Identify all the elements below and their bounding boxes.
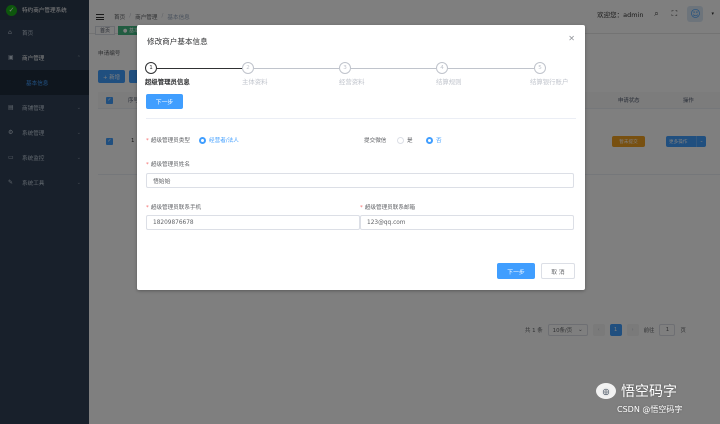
email-label-text: 超级管理员联系邮箱 [364,205,416,211]
step-connector [351,68,436,69]
step-connector [448,68,534,69]
dialog-title: 修改商户基本信息 [147,37,208,46]
radio-icon [397,136,404,144]
radio-icon [199,136,206,144]
close-icon[interactable]: ✕ [568,34,575,43]
required-mark: * [146,138,149,144]
phone-label-text: 超级管理员联系手机 [150,205,202,211]
required-mark: * [146,162,149,168]
email-input[interactable]: 123@qq.com [360,215,574,230]
next-step-button[interactable]: 下一步 [497,263,535,279]
cancel-button[interactable]: 取 消 [541,263,575,279]
step-1-label: 超级管理员信息 [145,78,190,86]
step-4-label: 结算规则 [436,78,462,86]
wechat-icon: ◎ [596,383,616,399]
admin-name-label: * 超级管理员姓名 [146,160,190,168]
radio-icon [426,136,433,144]
step-3-label: 经营资料 [339,78,365,86]
step-connector [254,68,339,69]
divider [146,118,576,119]
wechat-label: 提交微信 [364,138,387,144]
step-3-icon: 3 [339,62,351,74]
required-mark: * [360,205,363,211]
admin-type-label: * 超级管理员类型 [146,136,190,144]
admin-type-label-text: 超级管理员类型 [150,138,190,144]
admin-type-radio-legal[interactable]: 经营者/法人 [199,136,239,144]
required-mark: * [146,205,149,211]
watermark: ◎ 悟空码字 [596,381,677,401]
phone-input[interactable]: 18209876678 [146,215,360,230]
step-2-icon: 2 [242,62,254,74]
step-1-icon: 1 [145,62,157,74]
admin-name-label-text: 超级管理员姓名 [150,162,190,168]
radio-label: 否 [436,138,442,144]
step-connector [157,68,242,69]
watermark-source: CSDN @悟空码字 [617,405,683,414]
steps: 1 2 3 4 5 超级管理员信息 主体资料 经营资料 结算规则 结算银行账户 [145,62,577,86]
admin-name-input[interactable]: 悟始始 [146,173,574,188]
edit-merchant-dialog: 修改商户基本信息 ✕ 1 2 3 4 5 超级管理员信息 主体资料 经营资料 结… [137,25,585,290]
radio-label: 经营者/法人 [209,138,239,144]
wechat-radio-no[interactable]: 否 [426,136,442,144]
watermark-text: 悟空码字 [621,384,677,400]
radio-label: 是 [407,138,413,144]
step-4-icon: 4 [436,62,448,74]
step-5-label: 结算银行账户 [530,78,569,86]
wechat-radio-yes[interactable]: 是 [397,136,413,144]
next-step-top-button[interactable]: 下一步 [146,94,183,109]
email-label: * 超级管理员联系邮箱 [360,203,415,211]
step-2-label: 主体资料 [242,78,268,86]
phone-label: * 超级管理员联系手机 [146,203,201,211]
step-5-icon: 5 [534,62,546,74]
